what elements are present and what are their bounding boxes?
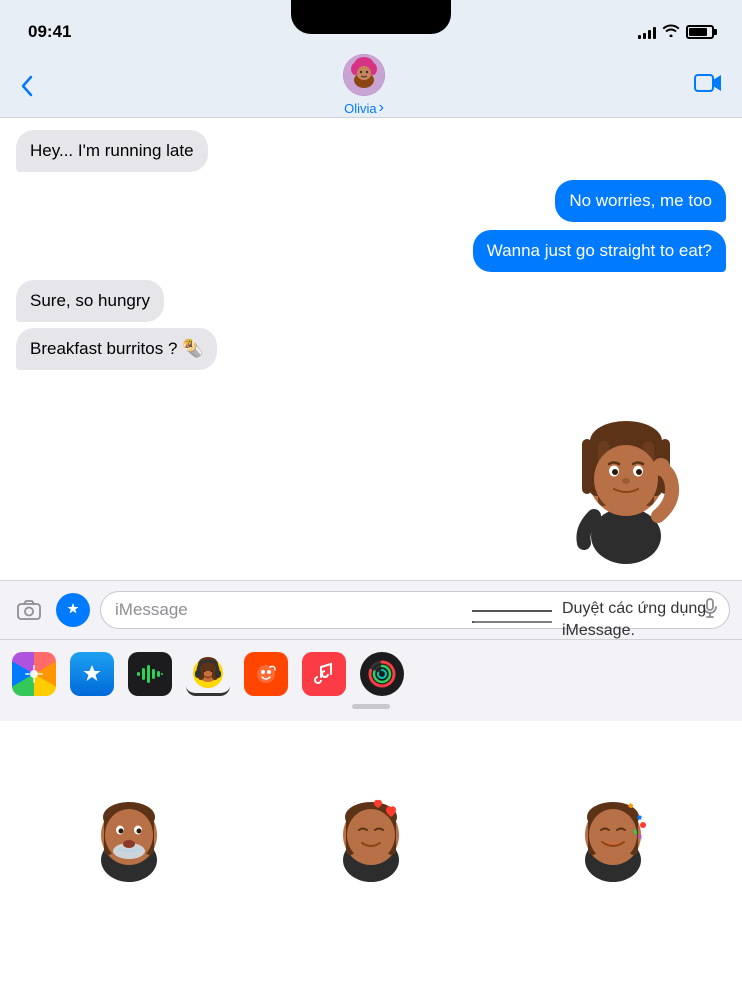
avatar: [343, 54, 385, 96]
battery-icon: [686, 25, 714, 39]
memoji-cell-2[interactable]: [250, 729, 492, 971]
memoji-cell-6[interactable]: [492, 971, 734, 990]
tray-drag-handle[interactable]: [352, 704, 390, 709]
tray-photos-icon[interactable]: [12, 652, 56, 696]
message-text: Wanna just go straight to eat?: [487, 241, 712, 260]
notch: [291, 0, 451, 34]
video-call-button[interactable]: [694, 72, 722, 100]
annotation-text: Duyệt các ứng dụng iMessage.: [562, 598, 722, 643]
signal-icon: [638, 26, 656, 39]
message-row-1: Hey... I'm running late: [16, 130, 726, 172]
memoji-grid: [0, 721, 742, 990]
camera-button[interactable]: [12, 593, 46, 627]
tray-appstore-icon[interactable]: [70, 652, 114, 696]
annotation: Duyệt các ứng dụng iMessage.: [472, 598, 722, 643]
tray-audio-icon[interactable]: [128, 652, 172, 696]
message-row-2: No worries, me too: [16, 180, 726, 222]
phone-frame: 09:41: [0, 0, 742, 990]
bubble-received: Breakfast burritos ? 🌯: [16, 328, 217, 370]
appstore-button[interactable]: [56, 593, 90, 627]
messages-area: Hey... I'm running late No worries, me t…: [0, 118, 742, 580]
memoji-cell-3[interactable]: [492, 729, 734, 971]
bubble-sent: Wanna just go straight to eat?: [473, 230, 726, 272]
memoji-cell-4[interactable]: [8, 971, 250, 990]
contact-name: Olivia: [344, 99, 384, 117]
bubble-received: Hey... I'm running late: [16, 130, 208, 172]
tray-activity-icon[interactable]: [360, 652, 404, 696]
app-tray-row: [0, 648, 742, 704]
memoji-cell-1[interactable]: [8, 729, 250, 971]
tray-stickers-icon[interactable]: [244, 652, 288, 696]
bubble-sent: No worries, me too: [555, 180, 726, 222]
contact-header[interactable]: Olivia: [343, 54, 385, 117]
message-text: Sure, so hungry: [30, 291, 150, 310]
tray-music-icon[interactable]: [302, 652, 346, 696]
nav-bar: Olivia: [0, 54, 742, 118]
message-text: Hey... I'm running late: [30, 141, 194, 160]
memoji-cell-5[interactable]: [250, 971, 492, 990]
status-icons: [638, 24, 714, 41]
memoji-sticker: [536, 378, 716, 568]
message-row-4: Sure, so hungry Breakfast burritos ? 🌯: [16, 280, 726, 370]
back-button[interactable]: [20, 75, 34, 97]
message-text: No worries, me too: [569, 191, 712, 210]
message-text: Breakfast burritos ? 🌯: [30, 339, 203, 358]
wifi-icon: [662, 24, 680, 41]
bubble-received: Sure, so hungry: [16, 280, 164, 322]
message-row-3: Wanna just go straight to eat?: [16, 230, 726, 272]
app-tray: [0, 639, 742, 990]
tray-memoji-icon[interactable]: [186, 652, 230, 696]
status-time: 09:41: [28, 22, 71, 42]
annotation-line: [472, 610, 552, 612]
input-placeholder: iMessage: [115, 600, 188, 620]
